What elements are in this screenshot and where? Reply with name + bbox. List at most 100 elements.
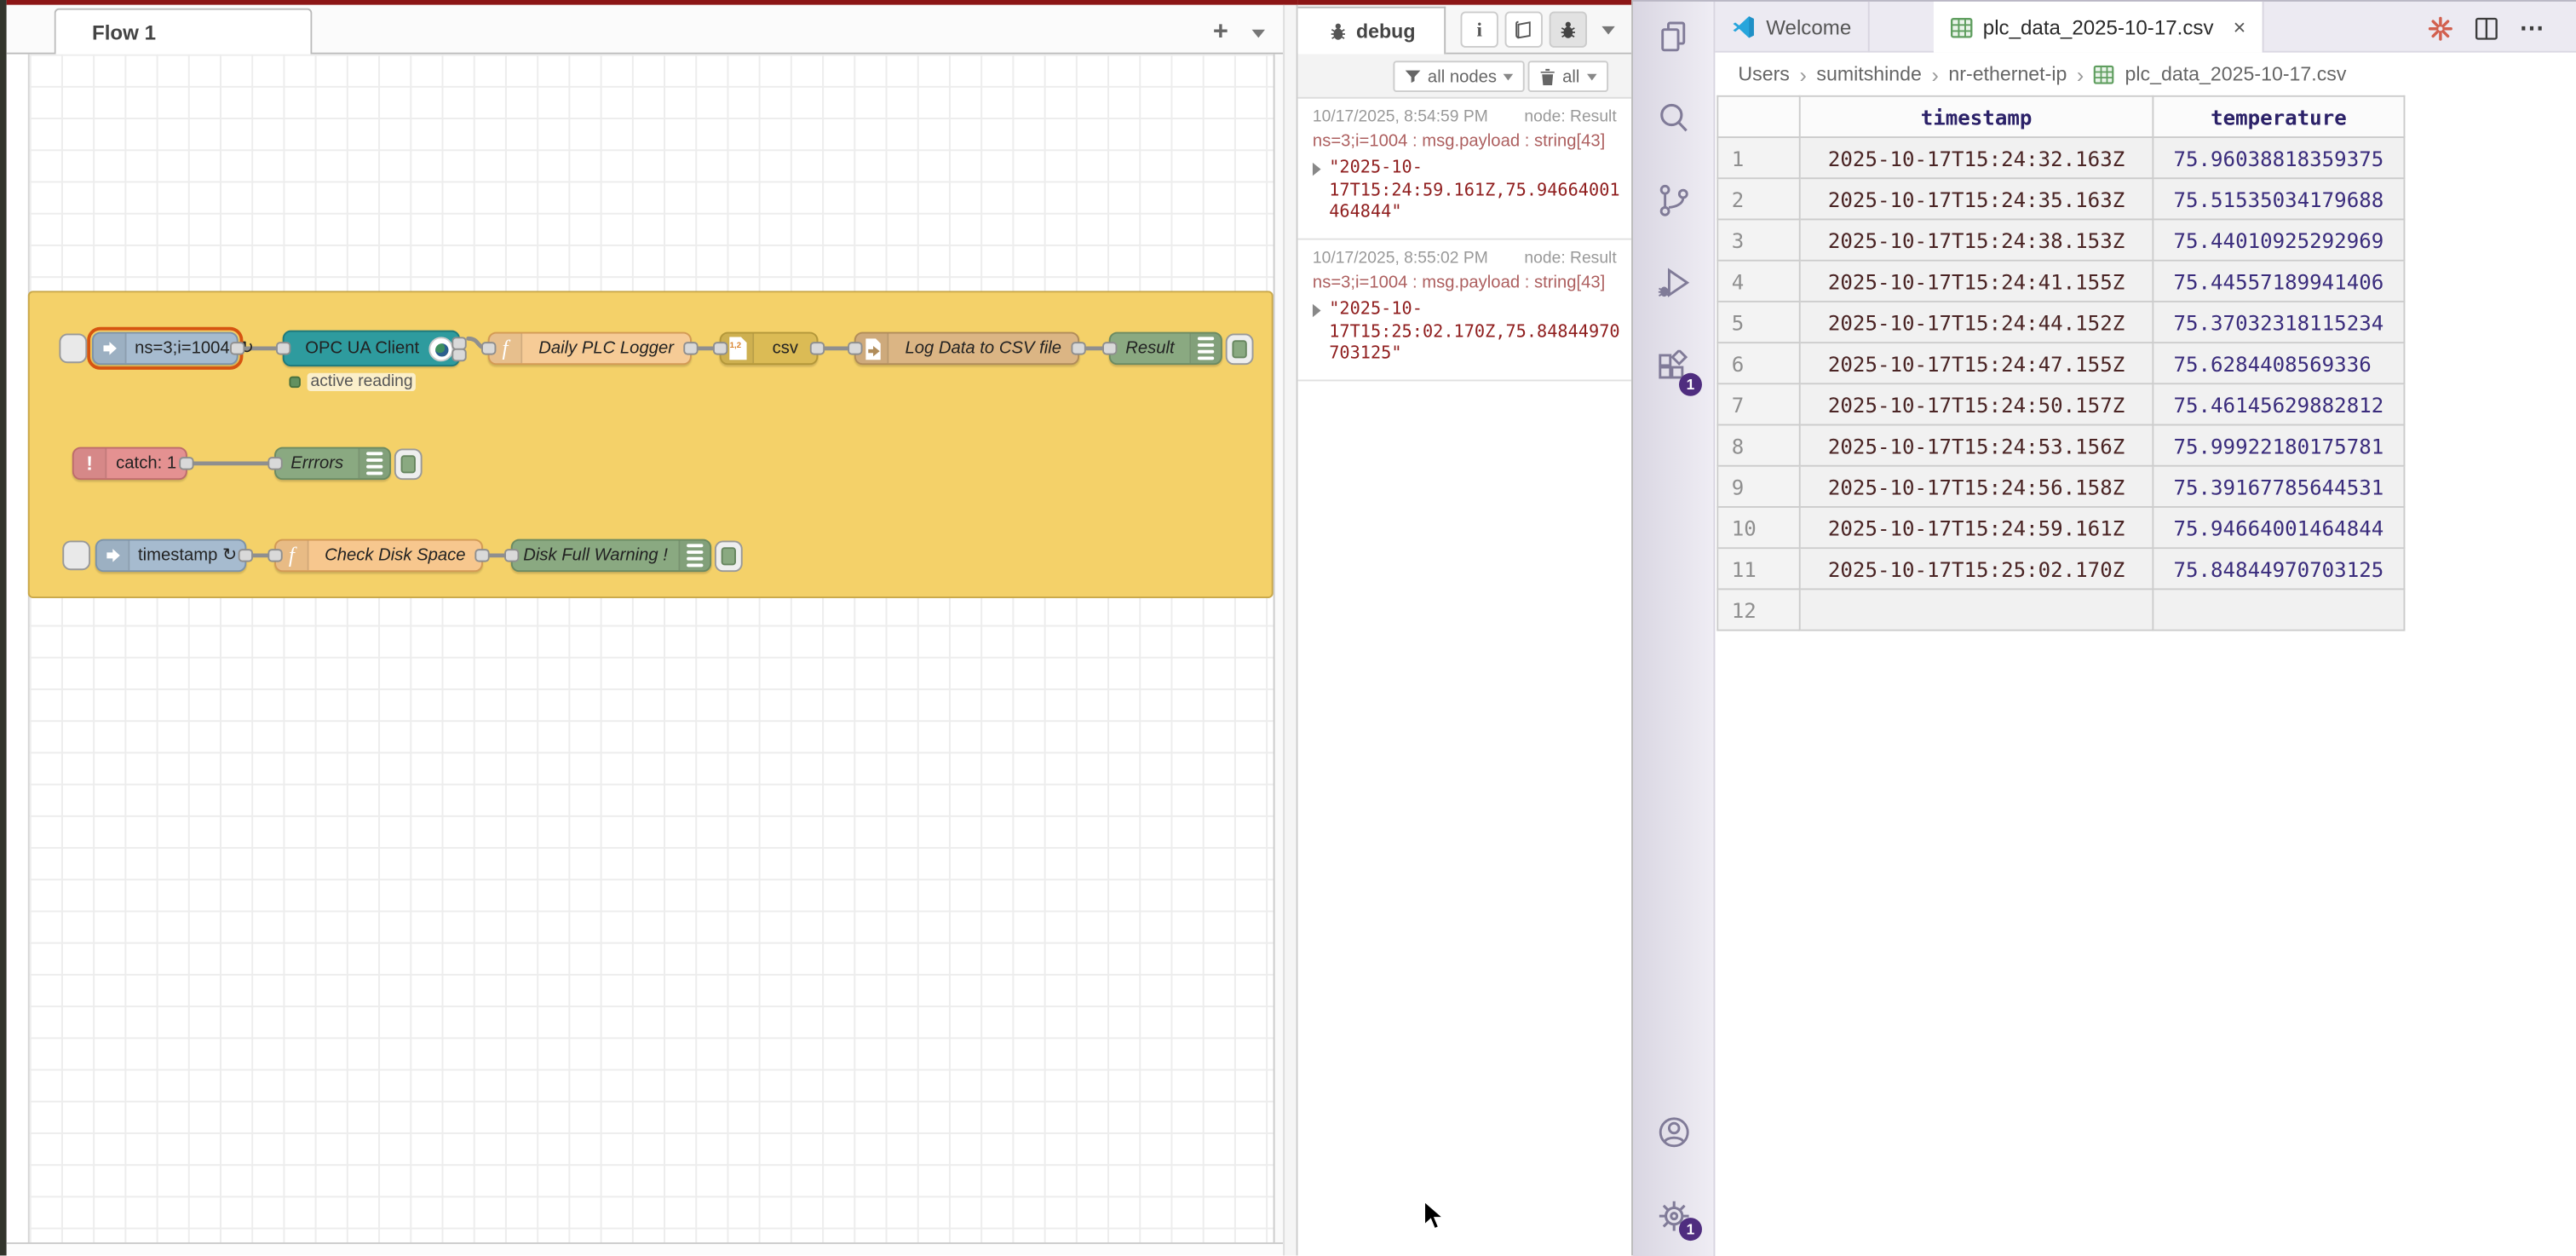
search-icon[interactable] — [1654, 99, 1693, 138]
table-row[interactable]: 12 — [1717, 589, 2404, 630]
port-in[interactable] — [267, 549, 282, 562]
table-row[interactable]: 32025-10-17T15:24:38.153Z75.440109252929… — [1717, 219, 2404, 260]
debug-filter-bug-button[interactable] — [1550, 11, 1587, 47]
debug-toggle-button[interactable] — [394, 448, 423, 480]
canvas-vscrollbar[interactable] — [1274, 55, 1284, 1242]
port-out[interactable] — [1071, 342, 1085, 354]
debug-message[interactable]: 10/17/2025, 8:55:02 PM node: Result ns=3… — [1298, 239, 1632, 381]
timestamp-cell[interactable]: 2025-10-17T15:24:50.157Z — [1800, 383, 2153, 424]
table-row[interactable]: 52025-10-17T15:24:44.152Z75.370323181152… — [1717, 302, 2404, 343]
timestamp-cell[interactable]: 2025-10-17T15:24:59.161Z — [1800, 507, 2153, 548]
debug-message[interactable]: 10/17/2025, 8:54:59 PM node: Result ns=3… — [1298, 99, 1632, 240]
help-book-button[interactable] — [1505, 11, 1543, 47]
tab-welcome[interactable]: Welcome — [1715, 2, 1869, 53]
expander-icon[interactable] — [1313, 304, 1321, 317]
node-log-to-csv-file[interactable]: Log Data to CSV file — [854, 332, 1079, 366]
port-in[interactable] — [1102, 342, 1117, 354]
breadcrumb-item[interactable]: plc_data_2025-10-17.csv — [2125, 62, 2347, 85]
port-out[interactable] — [474, 549, 489, 562]
sidebar-caret-icon[interactable] — [1601, 26, 1614, 35]
port-out[interactable] — [239, 549, 253, 562]
tab-flow1[interactable]: Flow 1 — [55, 9, 313, 55]
timestamp-cell[interactable]: 2025-10-17T15:24:32.163Z — [1800, 137, 2153, 178]
port-out[interactable] — [230, 342, 244, 354]
rainbow-csv-icon[interactable] — [2425, 13, 2455, 43]
split-editor-icon[interactable] — [2471, 13, 2501, 43]
table-row[interactable]: 62025-10-17T15:24:47.155Z75.628440856933… — [1717, 343, 2404, 383]
timestamp-cell[interactable]: 2025-10-17T15:24:47.155Z — [1800, 343, 2153, 383]
temperature-cell[interactable]: 75.96038818359375 — [2153, 137, 2404, 178]
port-out[interactable] — [683, 342, 698, 354]
temperature-cell[interactable]: 75.46145629882812 — [2153, 383, 2404, 424]
table-row[interactable]: 12025-10-17T15:24:32.163Z75.960388183593… — [1717, 137, 2404, 178]
temperature-cell[interactable]: 75.44557189941406 — [2153, 261, 2404, 302]
expander-icon[interactable] — [1313, 163, 1321, 176]
timestamp-cell[interactable]: 2025-10-17T15:24:38.153Z — [1800, 219, 2153, 260]
inject-button[interactable] — [59, 333, 87, 363]
port-in[interactable] — [504, 549, 519, 562]
node-daily-plc-logger[interactable]: f Daily PLC Logger — [488, 332, 692, 366]
timestamp-cell[interactable]: 2025-10-17T15:24:44.152Z — [1800, 302, 2153, 343]
table-row[interactable]: 82025-10-17T15:24:53.156Z75.999221801757… — [1717, 425, 2404, 466]
debug-toggle-button[interactable] — [715, 540, 743, 572]
table-row[interactable]: 72025-10-17T15:24:50.157Z75.461456298828… — [1717, 383, 2404, 424]
run-debug-icon[interactable] — [1654, 263, 1693, 302]
info-button[interactable]: i — [1460, 11, 1498, 47]
table-row[interactable]: 42025-10-17T15:24:41.155Z75.445571899414… — [1717, 261, 2404, 302]
account-icon[interactable] — [1654, 1113, 1693, 1152]
debug-toggle-button[interactable] — [1226, 333, 1254, 365]
inject-button[interactable] — [62, 540, 90, 570]
explorer-icon[interactable] — [1654, 18, 1693, 57]
temperature-cell[interactable]: 75.6284408569336 — [2153, 343, 2404, 383]
port-out[interactable] — [179, 457, 193, 470]
source-control-icon[interactable] — [1654, 181, 1693, 220]
temperature-cell[interactable]: 75.51535034179688 — [2153, 178, 2404, 219]
canvas-hscrollbar[interactable] — [7, 1242, 1283, 1255]
filter-nodes-button[interactable]: all nodes — [1393, 60, 1524, 92]
timestamp-cell[interactable]: 2025-10-17T15:24:35.163Z — [1800, 178, 2153, 219]
close-tab-icon[interactable]: × — [2234, 14, 2246, 39]
timestamp-cell[interactable]: 2025-10-17T15:24:56.158Z — [1800, 466, 2153, 507]
breadcrumb-item[interactable]: nr-ethernet-ip — [1948, 62, 2067, 85]
temperature-cell[interactable]: 75.37032318115234 — [2153, 302, 2404, 343]
node-catch[interactable]: ! catch: 1 — [72, 447, 187, 481]
node-csv[interactable]: 1,2 csv — [720, 332, 819, 366]
port-in[interactable] — [481, 342, 496, 354]
temperature-cell[interactable]: 75.84844970703125 — [2153, 548, 2404, 589]
clear-messages-button[interactable]: all — [1528, 60, 1608, 92]
timestamp-cell[interactable] — [1800, 589, 2153, 630]
node-inject-timestamp[interactable]: timestamp ↻ — [95, 539, 246, 573]
port-in[interactable] — [713, 342, 727, 354]
flow-canvas[interactable] — [7, 55, 1283, 1242]
node-opcua-client[interactable]: OPC UA Client — [283, 331, 460, 366]
port-in[interactable] — [848, 342, 862, 354]
node-debug-disk-full[interactable]: Disk Full Warning ! — [511, 539, 711, 573]
port-in[interactable] — [276, 342, 290, 354]
breadcrumb-item[interactable]: Users — [1738, 62, 1789, 85]
node-debug-result[interactable]: Result — [1109, 332, 1222, 366]
port-out[interactable] — [810, 342, 825, 354]
flow-list-caret-icon[interactable] — [1252, 30, 1265, 38]
table-row[interactable]: 112025-10-17T15:25:02.170Z75.84844970703… — [1717, 548, 2404, 589]
timestamp-cell[interactable]: 2025-10-17T15:24:41.155Z — [1800, 261, 2153, 302]
node-check-disk-space[interactable]: f Check Disk Space — [274, 539, 483, 573]
node-inject-plc[interactable]: ns=3;i=1004: ↻ — [92, 332, 239, 366]
port-in[interactable] — [267, 457, 282, 470]
timestamp-cell[interactable]: 2025-10-17T15:25:02.170Z — [1800, 548, 2153, 589]
port-out-2[interactable] — [451, 349, 466, 361]
timestamp-cell[interactable]: 2025-10-17T15:24:53.156Z — [1800, 425, 2153, 466]
tab-debug[interactable]: debug — [1298, 7, 1446, 55]
table-row[interactable]: 102025-10-17T15:24:59.161Z75.94664001464… — [1717, 507, 2404, 548]
temperature-cell[interactable]: 75.39167785644531 — [2153, 466, 2404, 507]
temperature-cell[interactable]: 75.94664001464844 — [2153, 507, 2404, 548]
table-row[interactable]: 22025-10-17T15:24:35.163Z75.515350341796… — [1717, 178, 2404, 219]
node-debug-errors[interactable]: Errrors — [274, 447, 391, 481]
add-flow-button[interactable]: + — [1203, 14, 1239, 50]
temperature-cell[interactable]: 75.99922180175781 — [2153, 425, 2404, 466]
more-actions-icon[interactable]: ⋯ — [2517, 13, 2547, 43]
temperature-cell[interactable]: 75.44010925292969 — [2153, 219, 2404, 260]
breadcrumb-item[interactable]: sumitshinde — [1816, 62, 1921, 85]
panel-splitter[interactable] — [1283, 5, 1297, 1256]
message-payload[interactable]: "2025-10-17T15:25:02.170Z,75.84844970703… — [1313, 299, 1622, 366]
temperature-cell[interactable] — [2153, 589, 2404, 630]
